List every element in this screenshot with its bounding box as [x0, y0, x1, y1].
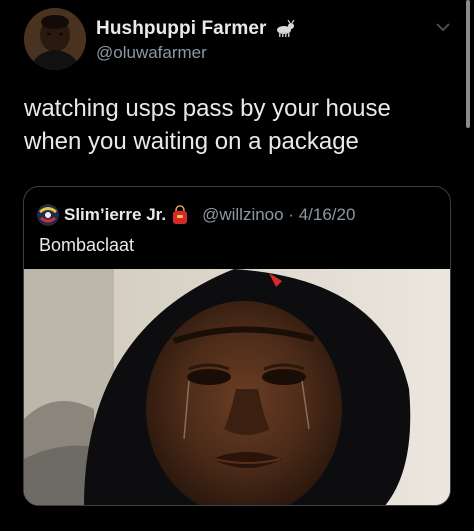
- scrollbar[interactable]: [466, 0, 470, 128]
- goat-icon: [273, 19, 295, 38]
- bag-icon: [171, 205, 189, 225]
- quoted-photo[interactable]: [24, 269, 450, 505]
- quoted-tweet-header: Slim’ierre Jr. @willzinoo · 4/16/20: [37, 204, 355, 226]
- chevron-down-icon[interactable]: [436, 22, 450, 32]
- avatar[interactable]: [24, 8, 86, 70]
- author-handle[interactable]: @oluwafarmer: [96, 43, 207, 63]
- tweet: Hushpuppi Farmer @oluwafarmer watching u…: [0, 0, 474, 531]
- quoted-tweet[interactable]: Slim’ierre Jr. @willzinoo · 4/16/20 Bomb…: [23, 186, 451, 506]
- quoted-tweet-text: Bombaclaat: [39, 235, 135, 255]
- tweet-text: watching usps pass by your house when yo…: [24, 95, 391, 155]
- photo-image: [24, 269, 450, 505]
- avatar-image: [24, 8, 86, 70]
- author-display-name[interactable]: Hushpuppi Farmer: [96, 18, 267, 40]
- author-name-row: Hushpuppi Farmer: [96, 18, 295, 40]
- quoted-handle-date[interactable]: @willzinoo · 4/16/20: [202, 205, 355, 225]
- quoted-display-name[interactable]: Slim’ierre Jr.: [64, 205, 166, 225]
- quoted-avatar[interactable]: [37, 204, 59, 226]
